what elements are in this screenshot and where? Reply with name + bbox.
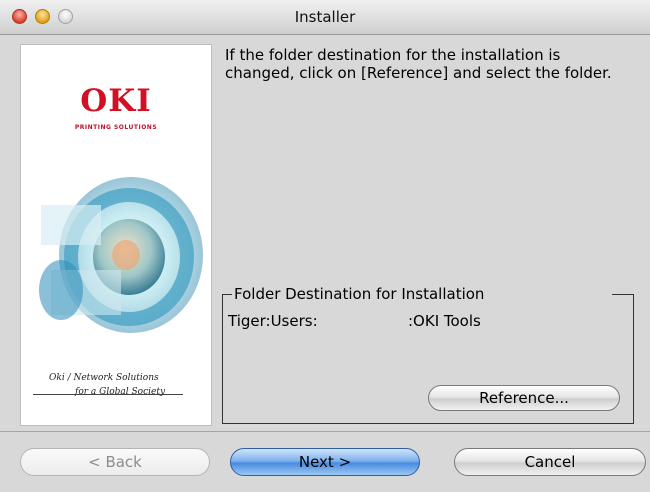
tagline-line-2: for a Global Society: [75, 387, 166, 397]
footer-divider: [0, 431, 650, 432]
back-button[interactable]: < Back: [20, 448, 210, 476]
tagline-divider: [33, 394, 183, 395]
groupbox-border-right: [612, 294, 634, 295]
groupbox-border-left: [222, 294, 232, 295]
branding-panel: OKI PRINTING SOLUTIONS Oki / Network Sol…: [20, 44, 212, 426]
destination-legend: Folder Destination for Installation: [232, 285, 487, 303]
next-button[interactable]: Next >: [230, 448, 420, 476]
disc-graphic-icon: [39, 177, 203, 333]
reference-button[interactable]: Reference...: [428, 385, 620, 411]
destination-path-volume: Tiger:Users:: [228, 312, 318, 330]
instruction-text: If the folder destination for the instal…: [225, 46, 612, 82]
tagline-line-1: Oki / Network Solutions: [49, 373, 159, 383]
cancel-button[interactable]: Cancel: [454, 448, 646, 476]
logo-subtext: PRINTING SOLUTIONS: [74, 124, 158, 131]
window-title: Installer: [294, 8, 356, 26]
installer-window: Installer OKI PRINTING SOLUTIONS Oki / N…: [0, 0, 650, 492]
destination-path-folder: :OKI Tools: [408, 312, 481, 330]
oki-logo: OKI: [80, 83, 152, 119]
title-bar[interactable]: Installer: [0, 0, 650, 35]
